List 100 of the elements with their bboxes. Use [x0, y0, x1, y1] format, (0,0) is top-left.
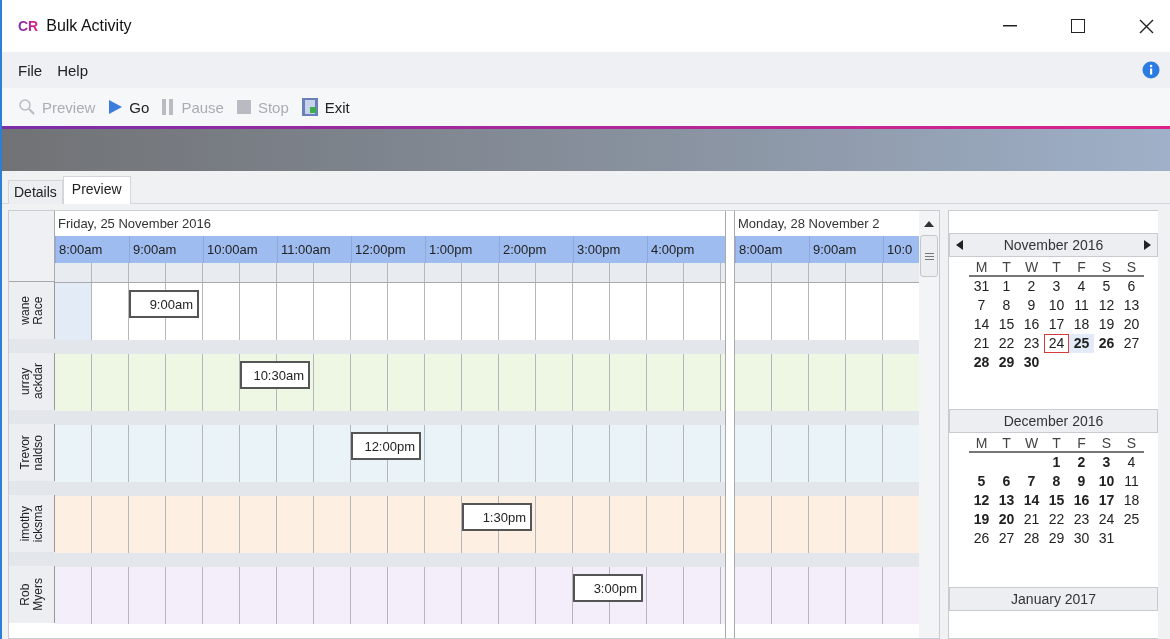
appointment[interactable]: 9:00am	[129, 290, 199, 318]
appointment[interactable]: 1:30pm	[462, 503, 532, 531]
menu-item[interactable]: Help	[57, 59, 94, 81]
calendar-day[interactable]: 3	[1094, 453, 1119, 472]
month-title: November 2016	[1002, 237, 1105, 253]
calendar-day[interactable]: 4	[1119, 453, 1144, 472]
vertical-scrollbar[interactable]	[919, 211, 939, 638]
calendar-day[interactable]: 30	[1069, 529, 1094, 548]
calendar-day[interactable]: 20	[994, 510, 1019, 529]
weekday-label: M	[969, 259, 994, 277]
month-title: January 2017	[1010, 591, 1097, 607]
next-month-icon[interactable]	[1143, 240, 1151, 250]
calendar-day[interactable]: 21	[969, 334, 994, 353]
calendar-day[interactable]: 15	[994, 315, 1019, 334]
close-icon	[1138, 18, 1154, 34]
appointment[interactable]: 3:00pm	[573, 574, 643, 602]
toolbar-button[interactable]: Go	[107, 98, 150, 116]
stop-icon	[235, 99, 252, 115]
appointment[interactable]: 10:30am	[240, 361, 310, 389]
calendar-day[interactable]: 11	[1119, 472, 1144, 491]
calendar-day[interactable]: 7	[969, 296, 994, 315]
scroll-up-icon[interactable]	[923, 219, 935, 229]
calendar-day[interactable]: 25	[1119, 510, 1144, 529]
calendar-day[interactable]: 20	[1119, 315, 1144, 334]
calendar-day[interactable]: 10	[1094, 472, 1119, 491]
calendar-day[interactable]: 10	[1044, 296, 1069, 315]
toolbar-button[interactable]: Exit	[300, 97, 350, 117]
appointment[interactable]: 12:00pm	[351, 432, 421, 460]
weekday-label: S	[1094, 259, 1119, 277]
calendar-day[interactable]: 27	[1119, 334, 1144, 353]
calendar-day[interactable]: 1	[994, 277, 1019, 296]
calendar-day[interactable]: 3	[1044, 277, 1069, 296]
calendar-day[interactable]: 12	[1094, 296, 1119, 315]
calendar-day[interactable]: 18	[1119, 491, 1144, 510]
calendar-day[interactable]: 7	[1019, 472, 1044, 491]
calendar-day[interactable]: 28	[1019, 529, 1044, 548]
calendar-day[interactable]: 22	[1044, 510, 1069, 529]
info-icon[interactable]	[1142, 61, 1160, 79]
tab[interactable]: Preview	[62, 176, 131, 204]
calendar-day[interactable]: 25	[1069, 334, 1094, 353]
calendar-day[interactable]: 23	[1069, 510, 1094, 529]
calendar-day[interactable]: 19	[969, 510, 994, 529]
weekday-label: S	[1119, 435, 1144, 453]
calendar-day[interactable]: 26	[969, 529, 994, 548]
calendar-day[interactable]: 31	[1094, 529, 1119, 548]
pause-icon	[161, 98, 176, 116]
calendar-day[interactable]: 6	[994, 472, 1019, 491]
calendar-day[interactable]: 2	[1069, 453, 1094, 472]
maximize-icon	[1071, 19, 1085, 33]
calendar-day[interactable]: 16	[1019, 315, 1044, 334]
calendar-day[interactable]: 23	[1019, 334, 1044, 353]
resource-name: wane Race	[9, 282, 55, 339]
window-title: Bulk Activity	[46, 17, 133, 35]
calendar-day[interactable]: 29	[994, 353, 1019, 372]
calendar-day[interactable]: 31	[969, 277, 994, 296]
calendar-day[interactable]: 13	[994, 491, 1019, 510]
calendar-day[interactable]: 27	[994, 529, 1019, 548]
calendar-day[interactable]: 14	[1019, 491, 1044, 510]
calendar-day[interactable]: 8	[994, 296, 1019, 315]
calendar-day[interactable]: 9	[1069, 472, 1094, 491]
calendar-day[interactable]: 17	[1044, 315, 1069, 334]
calendar-day[interactable]: 11	[1069, 296, 1094, 315]
weekday-label: T	[994, 259, 1019, 277]
calendar-day[interactable]: 19	[1094, 315, 1119, 334]
calendar-day[interactable]: 17	[1094, 491, 1119, 510]
calendar-day[interactable]: 9	[1019, 296, 1044, 315]
calendar-day[interactable]: 16	[1069, 491, 1094, 510]
calendar-day[interactable]: 6	[1119, 277, 1144, 296]
previous-month-icon[interactable]	[956, 240, 964, 250]
calendar-day[interactable]: 21	[1019, 510, 1044, 529]
calendar-day[interactable]: 30	[1019, 353, 1044, 372]
calendar-day[interactable]: 24	[1044, 334, 1069, 353]
calendar-day[interactable]: 1	[1044, 453, 1069, 472]
play-icon	[107, 99, 124, 115]
resource-name: imothy icksma	[9, 495, 55, 552]
menu-item[interactable]: File	[18, 59, 48, 81]
weekday-label: W	[1019, 259, 1044, 277]
calendar-day[interactable]: 14	[969, 315, 994, 334]
resource-name: Trevor naldso	[9, 424, 55, 481]
calendar-day[interactable]: 26	[1094, 334, 1119, 353]
calendar-day[interactable]: 5	[969, 472, 994, 491]
calendar-day[interactable]: 12	[969, 491, 994, 510]
month-title: December 2016	[1002, 413, 1105, 429]
scroll-thumb[interactable]	[920, 235, 938, 277]
calendar-day[interactable]: 15	[1044, 491, 1069, 510]
resource-name: Rob Myers	[9, 566, 55, 623]
tab[interactable]: Details	[8, 180, 63, 204]
calendar-day[interactable]: 13	[1119, 296, 1144, 315]
calendar-day[interactable]: 22	[994, 334, 1019, 353]
calendar-day[interactable]: 18	[1069, 315, 1094, 334]
calendar-day[interactable]: 28	[969, 353, 994, 372]
weekday-label: T	[994, 435, 1019, 453]
search-icon	[18, 98, 36, 116]
calendar-day[interactable]: 24	[1094, 510, 1119, 529]
calendar-day[interactable]: 5	[1094, 277, 1119, 296]
calendar-day[interactable]: 8	[1044, 472, 1069, 491]
minimize-icon	[1003, 25, 1017, 27]
calendar-day[interactable]: 2	[1019, 277, 1044, 296]
calendar-day[interactable]: 4	[1069, 277, 1094, 296]
calendar-day[interactable]: 29	[1044, 529, 1069, 548]
